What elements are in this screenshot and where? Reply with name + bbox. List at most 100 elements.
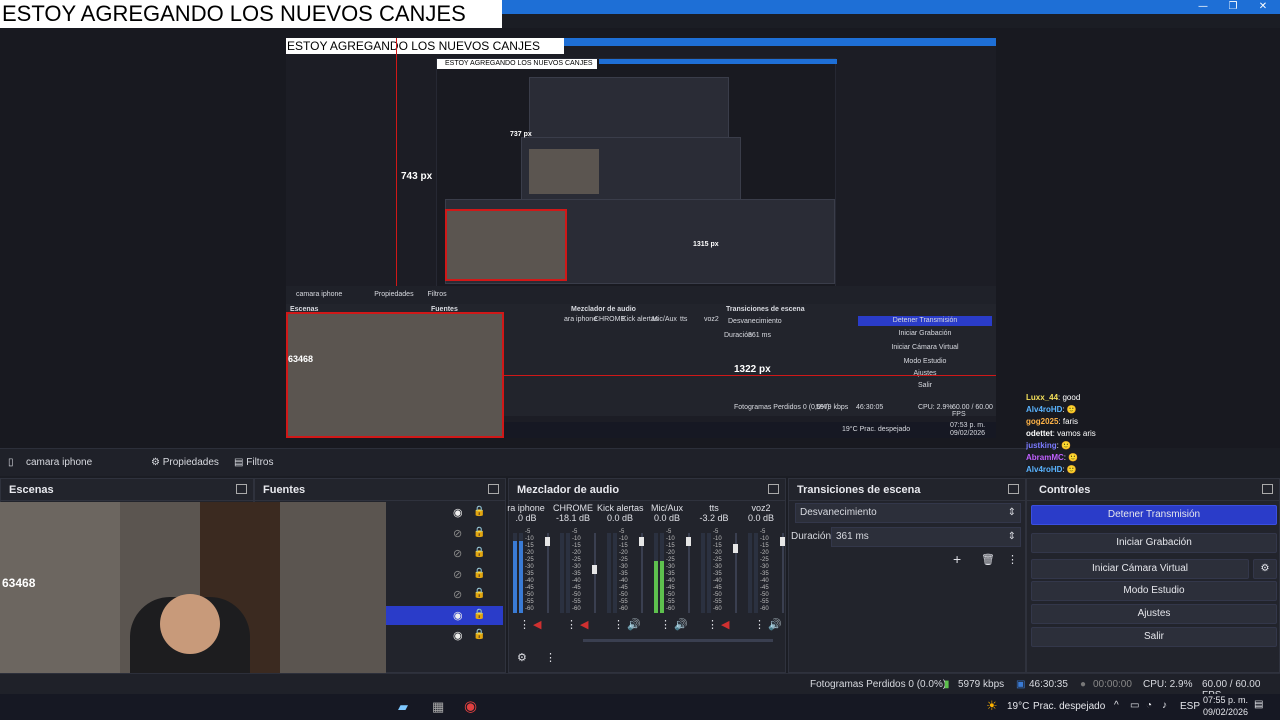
- volume-icon[interactable]: ♪: [1162, 700, 1167, 711]
- stop-stream-button[interactable]: Detener Transmisión: [1031, 505, 1277, 525]
- lock-icon[interactable]: 🔒: [473, 609, 485, 620]
- clock-date[interactable]: 09/02/2026: [1203, 707, 1248, 717]
- maximize-button[interactable]: ❐: [1218, 0, 1248, 14]
- exit-button[interactable]: Salir: [1031, 627, 1277, 647]
- speaker-icon[interactable]: 🔊: [674, 618, 688, 631]
- nested-source-bar: camara iphone Propiedades Filtros: [286, 286, 996, 304]
- meter-tick: -45: [666, 585, 675, 591]
- language-indicator[interactable]: ESP: [1180, 701, 1200, 712]
- source-name: camara iphone: [26, 457, 93, 468]
- chat-username: gog2025: [1026, 417, 1059, 426]
- virtual-camera-settings-icon[interactable]: ⚙: [1253, 559, 1277, 579]
- width-guide-line: [504, 375, 996, 376]
- muted-speaker-icon[interactable]: ◀: [533, 618, 541, 631]
- meter-level: [654, 561, 658, 613]
- fader-track[interactable]: [686, 533, 691, 613]
- eye-icon[interactable]: ◉: [453, 609, 463, 622]
- audio-mixer-dock: Mezclador de audio ra iphone .0 dB -5 -10 -1…: [507, 478, 786, 673]
- tray-chevron-icon[interactable]: ^: [1114, 700, 1119, 711]
- undock-icon[interactable]: [1008, 484, 1019, 494]
- obs-icon[interactable]: ◉: [464, 697, 477, 715]
- eye-icon[interactable]: ◉: [453, 629, 463, 642]
- bitrate: 5979 kbps: [958, 679, 1005, 690]
- volume-meter: -5 -10 -15 -20 -25 -30 -35 -40 -45 -50 -55 -60: [654, 529, 691, 615]
- lock-icon[interactable]: 🔒: [473, 629, 485, 640]
- speaker-icon[interactable]: 🔊: [627, 618, 641, 631]
- fader-track[interactable]: [545, 533, 550, 613]
- meter-tick: -30: [760, 564, 769, 570]
- meter-bar: [613, 533, 617, 613]
- meter-tick: -60: [666, 606, 675, 612]
- wifi-icon[interactable]: ◔: [1146, 700, 1152, 711]
- hidden-eye-icon[interactable]: ⊘: [453, 568, 462, 581]
- duration-input[interactable]: 361 ms ⇕: [831, 527, 1021, 547]
- undock-icon[interactable]: [488, 484, 499, 494]
- eye-icon[interactable]: ◉: [453, 506, 463, 519]
- muted-speaker-icon[interactable]: ◀: [721, 618, 729, 631]
- calculator-icon[interactable]: ▦: [432, 699, 444, 715]
- undock-icon[interactable]: [236, 484, 247, 494]
- fader-track[interactable]: [592, 533, 597, 613]
- transition-select[interactable]: Desvanecimiento ⇕: [795, 503, 1021, 523]
- speaker-icon[interactable]: 🔊: [768, 618, 782, 631]
- lock-icon[interactable]: 🔒: [473, 547, 485, 558]
- chat-message: : vamos aris: [1052, 429, 1096, 438]
- hidden-eye-icon[interactable]: ⊘: [453, 527, 462, 540]
- meter-ticks: -5 -10 -15 -20 -25 -30 -35 -40 -45 -50 -55 -60: [666, 529, 675, 613]
- temperature: 19°C: [1007, 701, 1030, 712]
- add-transition-icon[interactable]: +: [953, 551, 961, 567]
- channel-menu-icon[interactable]: ⋮: [660, 618, 671, 631]
- mixer-scrollbar[interactable]: [583, 639, 773, 642]
- virtual-camera-button[interactable]: Iniciar Cámara Virtual: [1031, 559, 1249, 579]
- lock-icon[interactable]: 🔒: [473, 527, 485, 538]
- properties-button[interactable]: ⚙ Propiedades: [151, 449, 219, 477]
- muted-speaker-icon[interactable]: ◀: [580, 618, 588, 631]
- fader-track[interactable]: [780, 533, 785, 613]
- meter-level: [660, 561, 664, 613]
- channel-menu-icon[interactable]: ⋮: [613, 618, 624, 631]
- network-icon[interactable]: ▭: [1130, 700, 1139, 711]
- nested-banner: ESTOY AGREGANDO LOS NUEVOS CANJES: [286, 38, 564, 54]
- hidden-eye-icon[interactable]: ⊘: [453, 588, 462, 601]
- mixer-channel-name: ra iphone: [507, 503, 545, 513]
- close-button[interactable]: ✕: [1248, 0, 1278, 14]
- meter-tick: -45: [572, 585, 581, 591]
- meter-tick: -35: [619, 571, 628, 577]
- meter-tick: -20: [666, 550, 675, 556]
- channel-menu-icon[interactable]: ⋮: [566, 618, 577, 631]
- source-toolbar: ▯ camara iphone ⚙ Propiedades ▤ Filtros: [0, 448, 1026, 476]
- fader-track[interactable]: [733, 533, 738, 613]
- sources-title: Fuentes: [255, 479, 505, 501]
- nested-stop-stream: Detener Transmisión: [858, 316, 992, 326]
- transition-menu-icon[interactable]: ⋮: [1007, 553, 1018, 566]
- lock-icon[interactable]: 🔒: [473, 568, 485, 579]
- undock-icon[interactable]: [1262, 484, 1273, 494]
- clock-time[interactable]: 07:55 p. m.: [1203, 695, 1248, 705]
- gear-icon: ⚙: [151, 457, 160, 468]
- meter-bar: [660, 533, 664, 613]
- mixer-channel: CHROME -18.1 dB -5 -10 -15 -20 -25 -30 -35 -40 -45…: [550, 503, 597, 623]
- hidden-eye-icon[interactable]: ⊘: [453, 547, 462, 560]
- minimize-button[interactable]: —: [1188, 0, 1218, 14]
- fader-track[interactable]: [639, 533, 644, 613]
- channel-menu-icon[interactable]: ⋮: [707, 618, 718, 631]
- meter-tick: -55: [525, 599, 534, 605]
- meter-tick: -5: [760, 529, 766, 535]
- settings-button[interactable]: Ajustes: [1031, 604, 1277, 624]
- trash-icon[interactable]: 🗑: [981, 553, 995, 566]
- meter-ticks: -5 -10 -15 -20 -25 -30 -35 -40 -45 -50 -55 -60: [619, 529, 628, 613]
- channel-menu-icon[interactable]: ⋮: [519, 618, 530, 631]
- notifications-icon[interactable]: ▤: [1254, 699, 1263, 710]
- volume-fader[interactable]: [780, 536, 785, 546]
- studio-mode-button[interactable]: Modo Estudio: [1031, 581, 1277, 601]
- webcam-face: [160, 594, 220, 654]
- advanced-audio-icon[interactable]: ⚙: [517, 651, 527, 664]
- app-icon[interactable]: ▰: [398, 699, 408, 715]
- lock-icon[interactable]: 🔒: [473, 506, 485, 517]
- start-recording-button[interactable]: Iniciar Grabación: [1031, 533, 1277, 553]
- mixer-menu-icon[interactable]: ⋮: [545, 651, 556, 664]
- channel-menu-icon[interactable]: ⋮: [754, 618, 765, 631]
- nested-camera-large: 63468: [286, 312, 504, 438]
- lock-icon[interactable]: 🔒: [473, 588, 485, 599]
- filters-button[interactable]: ▤ Filtros: [234, 449, 273, 477]
